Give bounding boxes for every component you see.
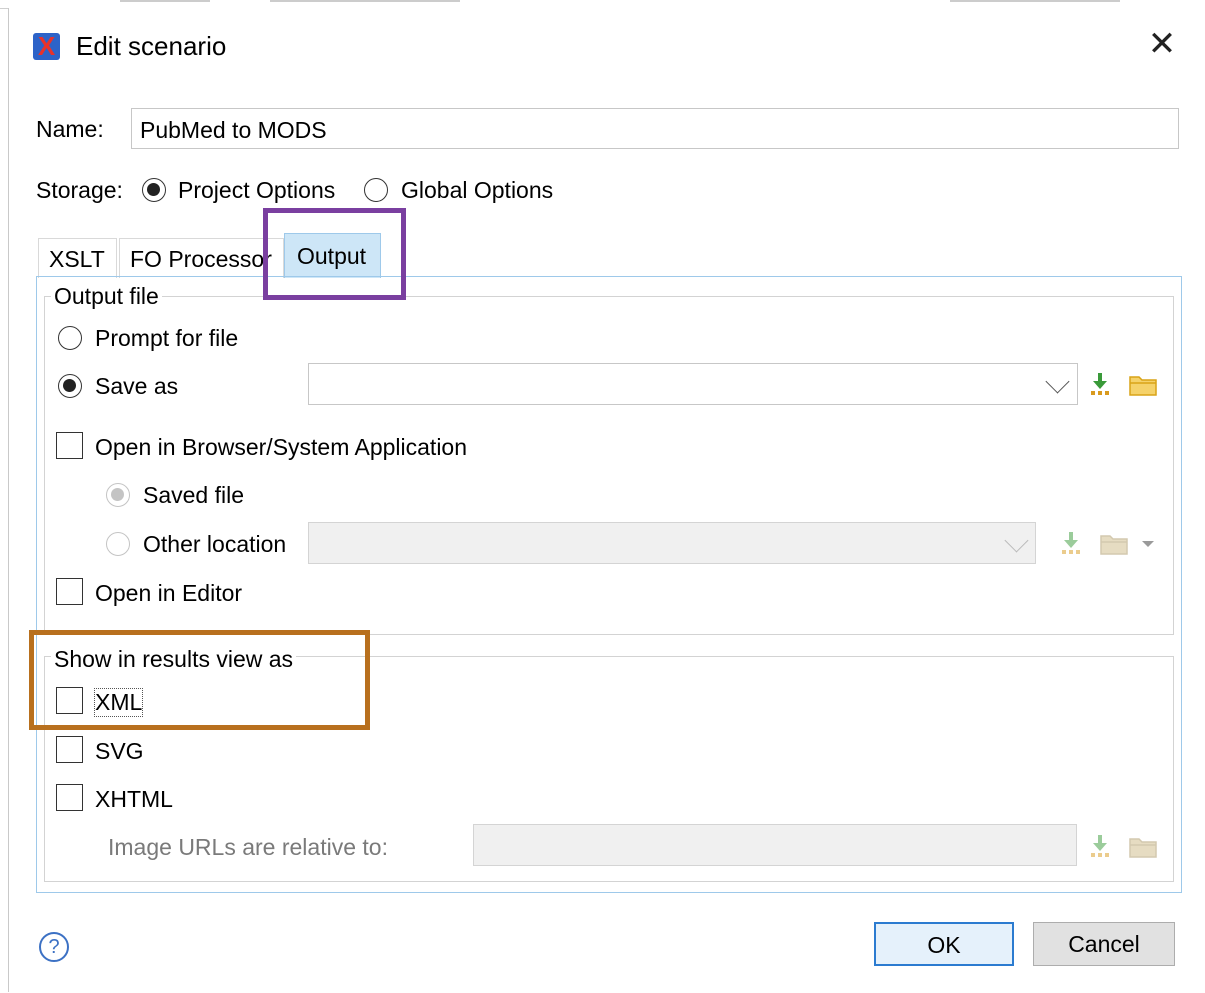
saved-file-label[interactable]: Saved file — [143, 482, 244, 509]
xhtml-checkbox[interactable] — [56, 784, 83, 811]
open-in-editor-label[interactable]: Open in Editor — [95, 580, 242, 607]
dropdown-arrow-icon[interactable] — [1141, 539, 1155, 549]
dialog-title: Edit scenario — [76, 31, 227, 61]
tab-xslt[interactable]: XSLT — [38, 238, 117, 278]
download-icon[interactable] — [1089, 372, 1111, 396]
open-in-browser-checkbox[interactable] — [56, 432, 83, 459]
other-location-label[interactable]: Other location — [143, 531, 286, 558]
cancel-button[interactable]: Cancel — [1033, 922, 1175, 966]
image-urls-label: Image URLs are relative to: — [108, 834, 388, 860]
save-as-combo[interactable] — [308, 363, 1078, 405]
highlight-xml-option — [29, 630, 370, 730]
storage-label: Storage: — [36, 177, 123, 203]
prompt-for-file-label[interactable]: Prompt for file — [95, 325, 238, 352]
ok-button[interactable]: OK — [874, 922, 1014, 966]
project-options-label[interactable]: Project Options — [178, 177, 335, 204]
close-icon[interactable]: ✕ — [1144, 26, 1180, 62]
save-as-radio[interactable] — [58, 374, 82, 398]
other-location-radio[interactable] — [106, 532, 130, 556]
output-file-group-title: Output file — [51, 283, 162, 310]
help-icon[interactable]: ? — [39, 932, 69, 962]
global-options-radio[interactable] — [364, 178, 388, 202]
other-location-combo[interactable] — [308, 522, 1036, 564]
image-urls-input[interactable] — [473, 824, 1077, 866]
saved-file-radio[interactable] — [106, 483, 130, 507]
xhtml-label[interactable]: XHTML — [95, 786, 173, 813]
name-label: Name: — [36, 116, 104, 142]
save-as-label[interactable]: Save as — [95, 373, 178, 400]
highlight-output-tab — [263, 208, 406, 300]
name-input[interactable]: PubMed to MODS — [131, 108, 1179, 149]
open-in-editor-checkbox[interactable] — [56, 578, 83, 605]
download-icon[interactable] — [1089, 834, 1111, 858]
folder-icon[interactable] — [1100, 533, 1128, 555]
project-options-radio[interactable] — [142, 178, 166, 202]
open-in-browser-label[interactable]: Open in Browser/System Application — [95, 434, 467, 461]
svg-label[interactable]: SVG — [95, 738, 144, 765]
app-icon: X — [33, 33, 60, 60]
folder-icon[interactable] — [1129, 836, 1157, 858]
prompt-for-file-radio[interactable] — [58, 326, 82, 350]
svg-checkbox[interactable] — [56, 736, 83, 763]
global-options-label[interactable]: Global Options — [401, 177, 553, 204]
folder-icon[interactable] — [1129, 374, 1157, 396]
tab-fo-processor[interactable]: FO Processor — [119, 238, 284, 278]
download-icon[interactable] — [1060, 531, 1082, 555]
